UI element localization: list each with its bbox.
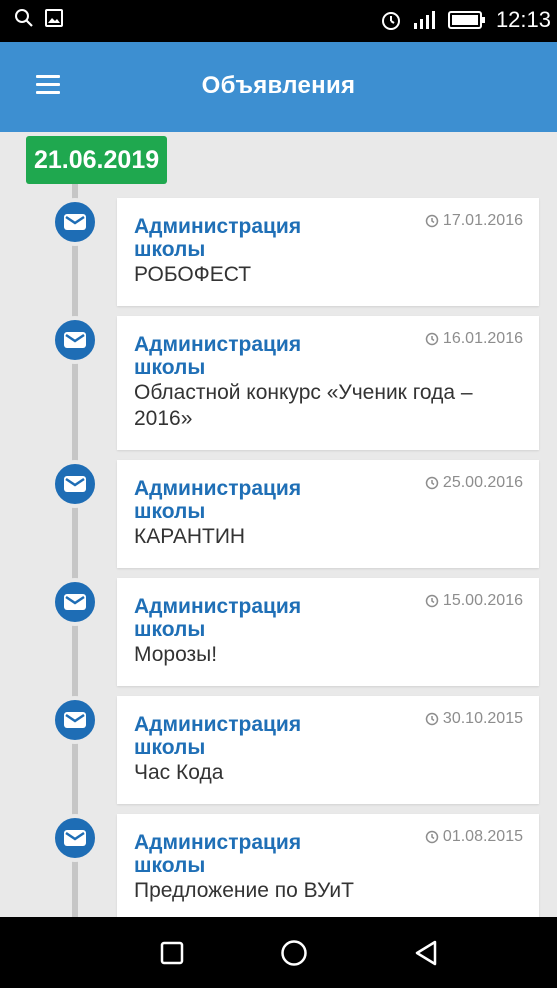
back-button[interactable] [386, 917, 466, 988]
announcement-date: 16.01.2016 [425, 330, 523, 348]
clock-icon [425, 594, 439, 608]
announcement-subject: Морозы! [134, 643, 218, 666]
announcement-author: Администрация школы [134, 713, 302, 759]
image-icon [45, 9, 63, 27]
announcements-list[interactable]: 21.06.2019 17.01.2016 Администрация школ… [0, 132, 557, 917]
clock-icon [425, 712, 439, 726]
announcement-author: Администрация школы [134, 831, 302, 877]
clock-icon [425, 476, 439, 490]
announcement-subject: Час Кода [134, 761, 224, 784]
announcement-card[interactable]: 30.10.2015 Администрация школы Час Кода [117, 696, 539, 804]
announcement-card[interactable]: 15.00.2016 Администрация школы Морозы! [117, 578, 539, 686]
announcement-author: Администрация школы [134, 333, 302, 379]
envelope-icon [51, 696, 99, 744]
triangle-back-icon [415, 940, 437, 965]
app-bar: Объявления [0, 42, 557, 132]
announcement-card[interactable]: 17.01.2016 Администрация школы РОБОФЕСТ [117, 198, 539, 306]
clock-icon [425, 332, 439, 346]
date-group-badge: 21.06.2019 [26, 136, 168, 184]
announcement-date: 30.10.2015 [425, 710, 523, 728]
home-button[interactable] [254, 917, 334, 988]
announcement-subject: РОБОФЕСТ [134, 263, 252, 286]
announcement-date: 01.08.2015 [425, 828, 523, 846]
announcement-date: 17.01.2016 [425, 212, 523, 230]
announcement-author: Администрация школы [134, 477, 302, 523]
envelope-icon [51, 198, 99, 246]
announcement-date: 25.00.2016 [425, 474, 523, 492]
system-navigation-bar [0, 917, 557, 988]
announcement-card[interactable]: 01.08.2015 Администрация школы Предложен… [117, 814, 539, 917]
timeline-line [72, 184, 78, 917]
announcement-author: Администрация школы [134, 215, 302, 261]
alarm-icon [381, 12, 400, 30]
announcement-subject: КАРАНТИН [134, 525, 246, 548]
announcement-card[interactable]: 16.01.2016 Администрация школы Областной… [117, 316, 539, 450]
signal-icon [413, 11, 435, 29]
recents-button[interactable] [132, 917, 212, 988]
square-icon [160, 941, 184, 964]
envelope-icon [51, 460, 99, 508]
circle-icon [281, 939, 307, 966]
page-title: Объявления [201, 72, 356, 99]
announcement-author: Администрация школы [134, 595, 302, 641]
status-bar: 12:13 [0, 0, 557, 42]
announcement-subject: Областной конкурс «Ученик года – 2016» [134, 381, 473, 430]
envelope-icon [51, 578, 99, 626]
envelope-icon [51, 814, 99, 862]
clock-icon [425, 830, 439, 844]
clock-icon [425, 214, 439, 228]
announcement-subject: Предложение по ВУиТ [134, 879, 354, 902]
envelope-icon [51, 316, 99, 364]
announcement-card[interactable]: 25.00.2016 Администрация школы КАРАНТИН [117, 460, 539, 568]
clock-time: 12:13 [495, 7, 551, 32]
search-icon [15, 9, 33, 27]
announcement-date: 15.00.2016 [425, 592, 523, 610]
battery-icon [447, 11, 485, 29]
